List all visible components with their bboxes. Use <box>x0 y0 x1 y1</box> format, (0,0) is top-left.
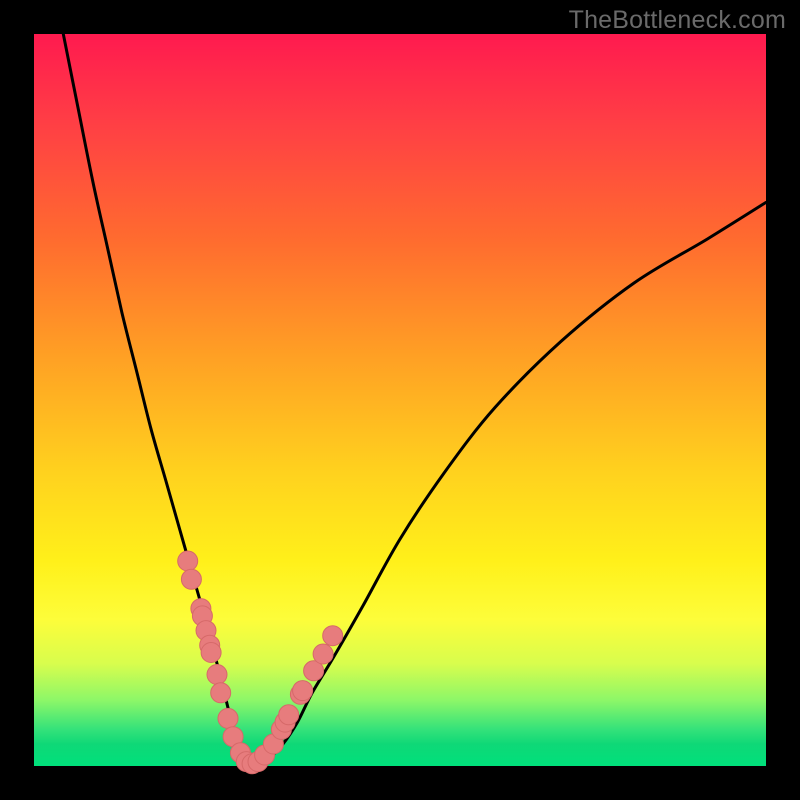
data-point <box>323 626 343 646</box>
bottleneck-curve <box>63 34 766 766</box>
watermark-text: TheBottleneck.com <box>569 6 786 35</box>
marker-layer <box>178 551 343 774</box>
data-point <box>279 705 299 725</box>
data-point <box>201 643 221 663</box>
data-point <box>181 569 201 589</box>
data-point <box>207 665 227 685</box>
data-point <box>293 681 313 701</box>
data-point <box>313 644 333 664</box>
data-point <box>211 683 231 703</box>
data-point <box>178 551 198 571</box>
chart-frame: TheBottleneck.com <box>0 0 800 800</box>
chart-svg <box>0 0 800 800</box>
data-point <box>218 708 238 728</box>
curve-layer <box>63 34 766 766</box>
